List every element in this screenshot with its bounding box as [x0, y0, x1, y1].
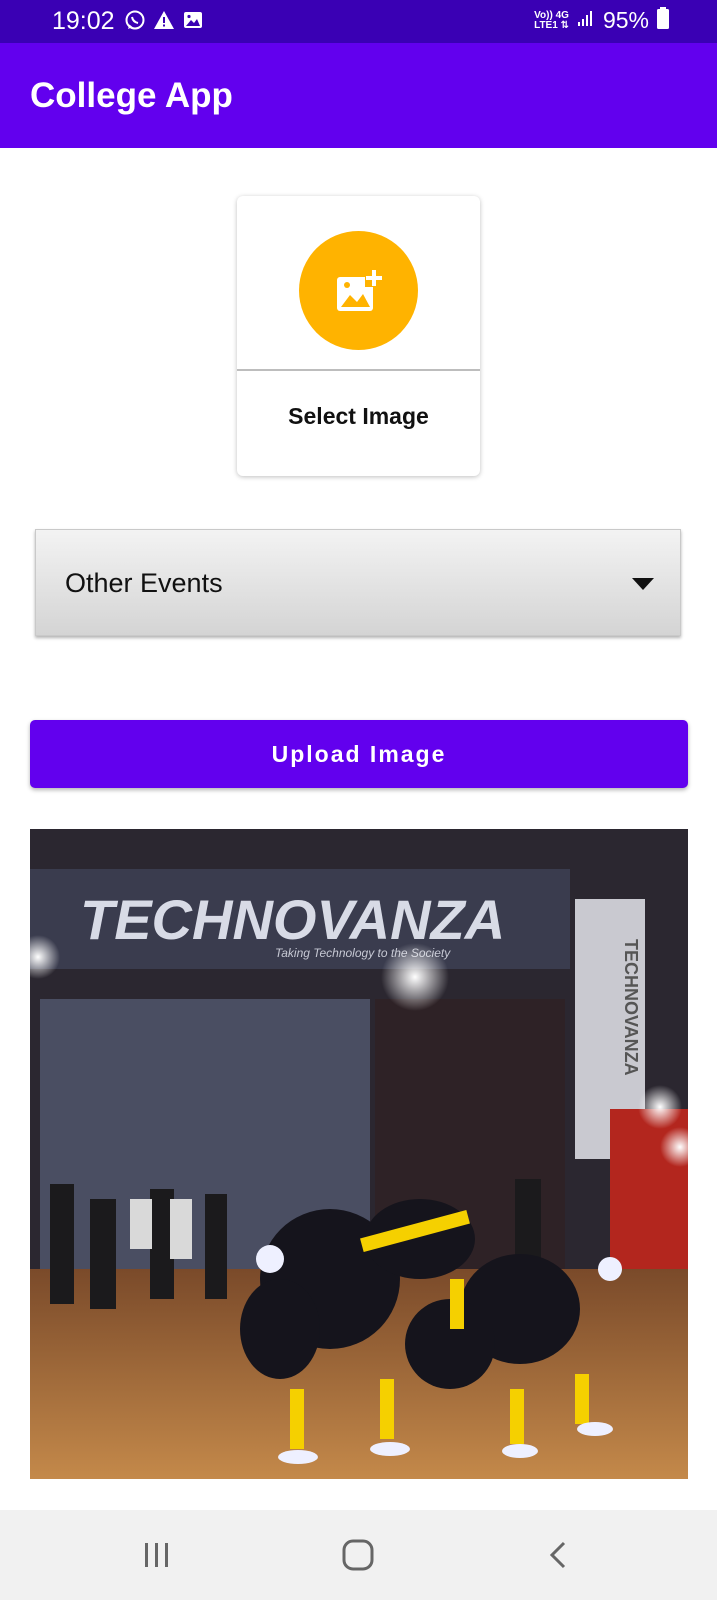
- app-bar: College App: [0, 43, 717, 148]
- app-title: College App: [30, 76, 233, 115]
- event-photo: TECHNOVANZA Taking Technology to the Soc…: [30, 829, 688, 1479]
- dropdown-arrow-icon[interactable]: [631, 577, 655, 596]
- spinner-selected-value: Other Events: [65, 568, 223, 598]
- add-photo-icon[interactable]: [299, 231, 418, 350]
- status-system-indicators: Vo)) 4G LTE1 ⇅ 95%: [534, 7, 669, 34]
- network-indicator: Vo)) 4G LTE1 ⇅: [534, 9, 569, 31]
- recent-apps-icon[interactable]: [137, 1535, 177, 1575]
- battery-percent: 95%: [602, 7, 649, 33]
- status-notification-icons: [124, 9, 204, 31]
- card-divider: [237, 369, 480, 371]
- side-banner-text: TECHNOVANZA: [621, 939, 641, 1076]
- select-image-card[interactable]: Select Image: [237, 196, 480, 476]
- banner-text: TECHNOVANZA: [80, 888, 505, 951]
- status-bar: 19:02 Vo)) 4G LTE1 ⇅ 95%: [0, 0, 717, 43]
- select-image-label: Select Image: [288, 403, 429, 429]
- signal-icon: [577, 9, 595, 32]
- home-icon[interactable]: [338, 1535, 378, 1575]
- whatsapp-icon: [124, 9, 146, 31]
- upload-image-button[interactable]: Upload Image: [30, 720, 688, 788]
- battery-icon: [657, 7, 669, 34]
- warning-icon: [153, 9, 175, 31]
- image-icon: [182, 9, 204, 31]
- category-spinner[interactable]: Other Events: [35, 529, 681, 636]
- back-icon[interactable]: [539, 1535, 579, 1575]
- preview-image: TECHNOVANZA Taking Technology to the Soc…: [30, 829, 688, 1479]
- navigation-bar: [0, 1510, 717, 1600]
- status-time: 19:02: [52, 7, 115, 35]
